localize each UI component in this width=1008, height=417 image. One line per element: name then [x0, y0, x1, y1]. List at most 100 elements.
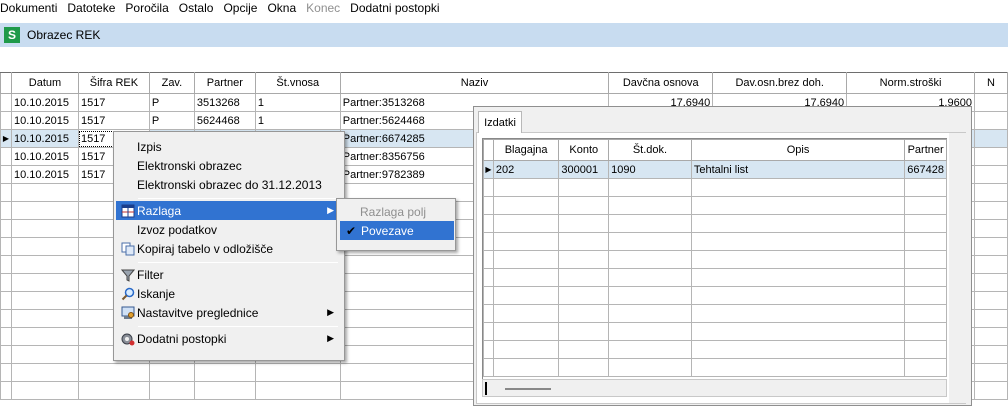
cell-n[interactable]: [973, 111, 1008, 130]
izdatki-header-row: Blagajna Konto Št.dok. Opis Partner: [483, 139, 947, 161]
menu-datoteke[interactable]: Datoteke: [62, 0, 120, 16]
grid-header-row: Datum Šifra REK Zav. Partner Št.vnosa Na…: [0, 72, 1008, 94]
cell-st-vnosa[interactable]: 1: [254, 111, 341, 130]
submenu-arrow-icon: ▶: [327, 307, 334, 317]
menu-item-razlaga[interactable]: Razlaga ▶: [116, 201, 342, 220]
table-row-empty[interactable]: [483, 214, 947, 233]
col-n[interactable]: N: [973, 72, 1008, 94]
grid-corner: [0, 72, 12, 94]
cell-partner[interactable]: 5624468: [193, 111, 256, 130]
menu-item-label: Razlaga: [137, 203, 182, 218]
menu-ostalo[interactable]: Ostalo: [174, 0, 219, 16]
menu-item-izpis[interactable]: Izpis: [116, 137, 342, 156]
col-datum[interactable]: Datum: [10, 72, 79, 94]
vertical-scrollbar[interactable]: [949, 133, 969, 403]
table-row-empty[interactable]: [483, 268, 947, 287]
menu-item-elektronski-obrazec[interactable]: Elektronski obrazec: [116, 156, 342, 175]
cell-datum[interactable]: 10.10.2015: [10, 147, 79, 166]
cell-zav[interactable]: P: [148, 111, 195, 130]
checkmark-icon: ✔: [345, 223, 357, 238]
col-dav-osn-brez-doh[interactable]: Dav.osn.brez doh.: [712, 72, 848, 94]
menu-bar: Dokumenti Datoteke Poročila Ostalo Opcij…: [0, 0, 1008, 16]
menu-dodatni-postopki[interactable]: Dodatni postopki: [345, 0, 444, 16]
cell-n[interactable]: [973, 93, 1008, 112]
table-row-empty[interactable]: [483, 304, 947, 323]
col-norm-stroski[interactable]: Norm.stroški: [846, 72, 975, 94]
menu-item-filter[interactable]: Filter: [116, 265, 342, 284]
menu-item-iskanje[interactable]: Iskanje: [116, 284, 342, 303]
menu-konec[interactable]: Konec: [301, 0, 345, 16]
table-row-empty[interactable]: [483, 286, 947, 305]
window-title: Obrazec REK: [27, 28, 101, 42]
menu-dokumenti[interactable]: Dokumenti: [0, 0, 62, 16]
col-naziv[interactable]: Naziv: [339, 72, 610, 94]
menu-item-label: Kopiraj tabelo v odložišče: [137, 241, 274, 256]
horizontal-scrollbar[interactable]: [482, 379, 947, 397]
menu-opcije[interactable]: Opcije: [218, 0, 262, 16]
cell-sifra-rek[interactable]: 1517: [77, 111, 150, 130]
table-row-empty[interactable]: [483, 358, 947, 377]
col-sifra-rek[interactable]: Šifra REK: [77, 72, 150, 94]
submenu-item-razlaga-polj[interactable]: Razlaga polj: [339, 202, 453, 221]
copy-icon: [120, 241, 136, 257]
tab-izdatki[interactable]: Izdatki: [478, 111, 522, 133]
menu-okna[interactable]: Okna: [262, 0, 301, 16]
cell-st-vnosa[interactable]: 1: [254, 93, 341, 112]
col-partner[interactable]: Partner: [904, 139, 947, 161]
table-row-empty[interactable]: [483, 322, 947, 341]
col-st-vnosa[interactable]: Št.vnosa: [254, 72, 341, 94]
menu-item-label: Razlaga polj: [360, 204, 427, 219]
row-indicator-arrow-icon: ▶: [483, 160, 494, 179]
menu-item-label: Elektronski obrazec: [137, 158, 242, 173]
menu-item-elektronski-obrazec-2013[interactable]: Elektronski obrazec do 31.12.2013: [116, 175, 342, 194]
table-row-empty[interactable]: [483, 196, 947, 215]
menu-item-izvoz-podatkov[interactable]: Izvoz podatkov: [116, 220, 342, 239]
cell-datum[interactable]: 10.10.2015: [10, 129, 79, 148]
izdatki-grid[interactable]: Blagajna Konto Št.dok. Opis Partner ▶ 20…: [482, 138, 947, 382]
col-konto[interactable]: Konto: [558, 139, 610, 161]
cell-konto[interactable]: 300001: [558, 160, 610, 179]
window-titlebar: S Obrazec REK: [0, 23, 1008, 47]
scroll-edge-marker: [485, 382, 487, 395]
table-icon: [120, 203, 136, 219]
cell-st-dok[interactable]: 1090: [608, 160, 692, 179]
context-menu: Izpis Elektronski obrazec Elektronski ob…: [113, 131, 345, 361]
submenu-item-povezave[interactable]: ✔ Povezave: [340, 221, 454, 240]
scroll-thumb[interactable]: [505, 388, 551, 390]
menu-item-dodatni-postopki[interactable]: Dodatni postopki ▶: [116, 329, 342, 348]
table-row-empty[interactable]: [483, 232, 947, 251]
cell-n[interactable]: [973, 165, 1008, 184]
col-zav[interactable]: Zav.: [148, 72, 195, 94]
cell-zav[interactable]: P: [148, 93, 195, 112]
menu-item-label: Elektronski obrazec do 31.12.2013: [137, 177, 322, 192]
cell-n[interactable]: [973, 129, 1008, 148]
col-opis[interactable]: Opis: [690, 139, 906, 161]
row-indicator: [0, 93, 12, 112]
table-row-empty[interactable]: [483, 250, 947, 269]
cell-partner[interactable]: 3513268: [193, 93, 256, 112]
menu-porocila[interactable]: Poročila: [120, 0, 173, 16]
col-partner[interactable]: Partner: [193, 72, 256, 94]
cell-datum[interactable]: 10.10.2015: [10, 111, 79, 130]
col-davcna-osnova[interactable]: Davčna osnova: [608, 72, 714, 94]
col-blagajna[interactable]: Blagajna: [492, 139, 560, 161]
menu-item-label: Filter: [137, 267, 164, 282]
cell-partner[interactable]: 667428: [904, 160, 947, 179]
menu-item-kopiraj-tabelo[interactable]: Kopiraj tabelo v odložišče: [116, 239, 342, 258]
cell-datum[interactable]: 10.10.2015: [10, 165, 79, 184]
table-row-empty[interactable]: [483, 340, 947, 359]
cell-n[interactable]: [973, 147, 1008, 166]
row-indicator: [0, 111, 12, 130]
submenu-arrow-icon: ▶: [327, 205, 334, 215]
izdatki-row-selected[interactable]: ▶ 202 300001 1090 Tehtalni list 667428: [483, 160, 947, 179]
table-row-empty[interactable]: [483, 178, 947, 197]
menu-item-nastavitve-preglednice[interactable]: Nastavitve preglednice ▶: [116, 303, 342, 322]
col-st-dok[interactable]: Št.dok.: [608, 139, 692, 161]
izdatki-corner: [483, 139, 494, 161]
toolbar-area: [0, 47, 1008, 72]
cell-blagajna[interactable]: 202: [492, 160, 560, 179]
funnel-icon: [120, 267, 136, 283]
cell-datum[interactable]: 10.10.2015: [10, 93, 79, 112]
cell-sifra-rek[interactable]: 1517: [77, 93, 150, 112]
cell-opis[interactable]: Tehtalni list: [690, 160, 906, 179]
